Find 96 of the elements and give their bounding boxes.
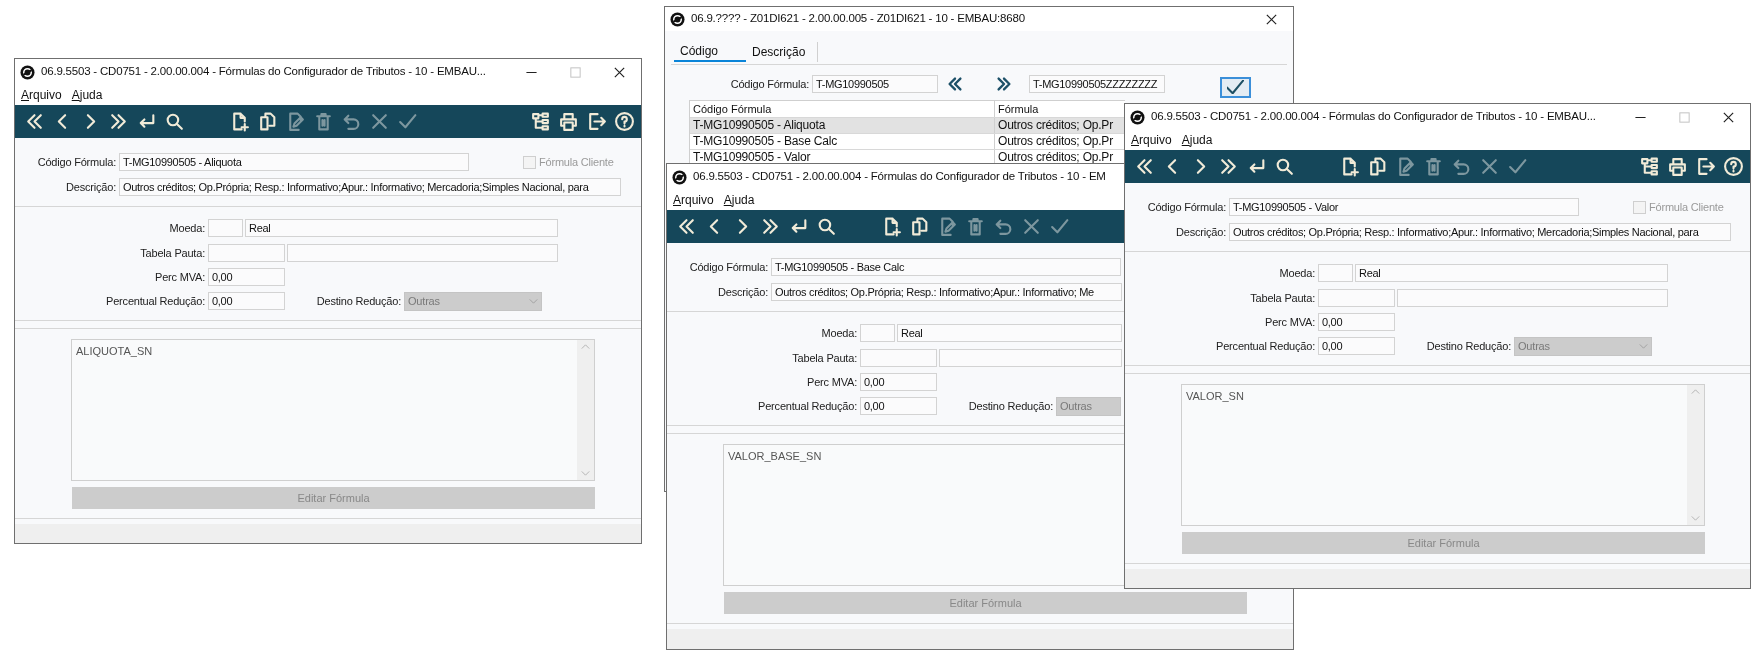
close-icon[interactable] <box>613 66 625 78</box>
table-row[interactable]: T-MG10990505 - Base Calc Outros créditos; Op.Pr <box>690 133 1125 149</box>
field-label: Moeda: <box>168 220 206 236</box>
menu-item[interactable]: Arquivo <box>1131 131 1172 149</box>
field-label: Tabela Pauta: <box>139 245 206 261</box>
input-field[interactable]: 0,00 <box>1318 337 1395 355</box>
tab[interactable]: Descrição <box>746 42 818 62</box>
app-icon <box>1130 109 1145 125</box>
field-label: Moeda: <box>1278 265 1316 281</box>
column-header[interactable]: Fórmula <box>995 101 1125 117</box>
chevron-down-icon <box>1639 343 1648 349</box>
window-title: 06.9.5503 - CD0751 - 2.00.00.004 - Fórmulas do Configurador de Tributos - 10 - EM <box>693 169 1106 185</box>
input-field[interactable] <box>860 324 895 342</box>
window-title: 06.9.5503 - CD0751 - 2.00.00.004 - Fórmulas do Configurador de Tributos - 10 - EMBAU... <box>41 64 486 80</box>
table-cell-text: Outros créditos; Op.Pr <box>997 118 1114 133</box>
field-label: Percentual Redução: <box>1215 338 1316 354</box>
input-field[interactable]: T-MG10990505 <box>812 75 938 93</box>
check-icon <box>1227 80 1244 94</box>
input-field[interactable]: T-MG10990505 - Valor <box>1229 198 1579 216</box>
scrollbar[interactable] <box>577 340 594 480</box>
field-label: Descrição: <box>1175 224 1227 240</box>
menu-item[interactable]: Arquivo <box>673 191 714 209</box>
chevron-up-icon <box>1691 389 1700 394</box>
field-label: Percentual Redução: <box>757 398 858 414</box>
input-field[interactable]: Outros créditos; Op.Própria; Resp.: Informativo;Apur.: Informativo; Mercadoria;Simples Nacional, para <box>1229 223 1731 241</box>
formula-text: VALOR_BASE_SN <box>728 449 822 462</box>
input-field[interactable]: 0,00 <box>208 292 285 310</box>
window-title: 06.9.5503 - CD0751 - 2.00.00.004 - Fórmulas do Configurador de Tributos - 10 - EMBAU... <box>1151 109 1596 125</box>
checkbox-label: Fórmula Cliente <box>1649 199 1724 215</box>
field-label: Descrição: <box>65 179 117 195</box>
table-cell-text: Outros créditos; Op.Pr <box>997 134 1114 149</box>
input-field[interactable] <box>860 349 937 367</box>
table-row[interactable]: T-MG10990505 - Aliquota Outros créditos; Op.Pr <box>690 117 1125 133</box>
input-field[interactable]: T-MG10990505ZZZZZZZZ <box>1029 75 1165 93</box>
input-field[interactable] <box>1318 289 1395 307</box>
menu-item[interactable]: Ajuda <box>723 191 755 209</box>
input-field[interactable]: Outros créditos; Op.Própria; Resp.: Informativo;Apur.: Informativo; Mercadoria;Simples Nacional, para <box>119 178 621 196</box>
field-label: Perc MVA: <box>806 374 858 390</box>
chevron-down-icon <box>529 298 538 304</box>
double-left-chevron-icon[interactable] <box>946 75 964 93</box>
table-cell-text: Outros créditos; Op.Pr <box>997 150 1114 165</box>
field-label: Perc MVA: <box>1264 314 1316 330</box>
chevron-up-icon <box>581 344 590 349</box>
input-field[interactable]: T-MG10990505 - Aliquota <box>119 153 469 171</box>
close-icon[interactable] <box>1265 13 1277 25</box>
menu-item[interactable]: Ajuda <box>1181 131 1213 149</box>
input-field[interactable] <box>208 219 243 237</box>
field-label: Código Fórmula: <box>36 154 117 170</box>
app-icon <box>20 64 35 80</box>
confirm-button[interactable] <box>1220 76 1251 98</box>
input-field[interactable]: T-MG10990505 - Base Calc <box>771 258 1121 276</box>
checkbox-label: Fórmula Cliente <box>539 154 614 170</box>
formula-text: ALIQUOTA_SN <box>76 344 153 357</box>
menu-item[interactable]: Ajuda <box>71 86 103 104</box>
window-title: 06.9.???? - Z01DI621 - 2.00.00.005 - Z01DI621 - 10 - EMBAU:8680 <box>691 11 1025 27</box>
input-field[interactable]: 0,00 <box>208 268 285 286</box>
formula-text-area[interactable]: ALIQUOTA_SN <box>71 339 595 481</box>
menu-item[interactable]: Arquivo <box>21 86 62 104</box>
field-label: Código Fórmula: <box>1146 199 1227 215</box>
double-right-chevron-icon[interactable] <box>995 75 1013 93</box>
input-field[interactable]: 0,00 <box>860 397 937 415</box>
dropdown: Outras <box>1056 396 1121 416</box>
app-icon <box>672 169 687 185</box>
field-label: Código Fórmula: <box>729 76 810 92</box>
dropdown: Outras <box>404 291 542 311</box>
scrollbar[interactable] <box>1687 385 1704 525</box>
chevron-down-icon <box>1691 516 1700 521</box>
field-label: Destino Redução: <box>1425 338 1512 354</box>
input-field[interactable]: Real <box>245 219 558 237</box>
field-label: Destino Redução: <box>967 398 1054 414</box>
field-label: Moeda: <box>820 325 858 341</box>
input-field[interactable]: 0,00 <box>860 373 937 391</box>
field-label: Código Fórmula: <box>688 259 769 275</box>
input-field[interactable] <box>208 244 285 262</box>
input-field[interactable]: Outros créditos; Op.Própria; Resp.: Informativo;Apur.: Informativo; Me <box>771 283 1122 301</box>
field-label: Tabela Pauta: <box>1249 290 1316 306</box>
field-label: Perc MVA: <box>154 269 206 285</box>
app-icon <box>670 11 685 27</box>
input-field[interactable]: Real <box>897 324 1122 342</box>
input-field[interactable] <box>939 349 1122 367</box>
input-field[interactable]: 0,00 <box>1318 313 1395 331</box>
close-icon[interactable] <box>1722 111 1734 123</box>
formula-text-area[interactable]: VALOR_SN <box>1181 384 1705 526</box>
input-field[interactable]: Real <box>1355 264 1668 282</box>
formula-text-area[interactable]: VALOR_BASE_SN <box>723 444 1125 586</box>
field-label: Percentual Redução: <box>105 293 206 309</box>
field-label: Tabela Pauta: <box>791 350 858 366</box>
field-label: Destino Redução: <box>315 293 402 309</box>
input-field[interactable] <box>287 244 558 262</box>
formula-text: VALOR_SN <box>1186 389 1244 402</box>
input-field[interactable] <box>1397 289 1668 307</box>
tab[interactable]: Código <box>674 42 746 62</box>
input-field[interactable] <box>1318 264 1353 282</box>
field-label: Descrição: <box>717 284 769 300</box>
dropdown: Outras <box>1514 336 1652 356</box>
chevron-down-icon <box>581 471 590 476</box>
